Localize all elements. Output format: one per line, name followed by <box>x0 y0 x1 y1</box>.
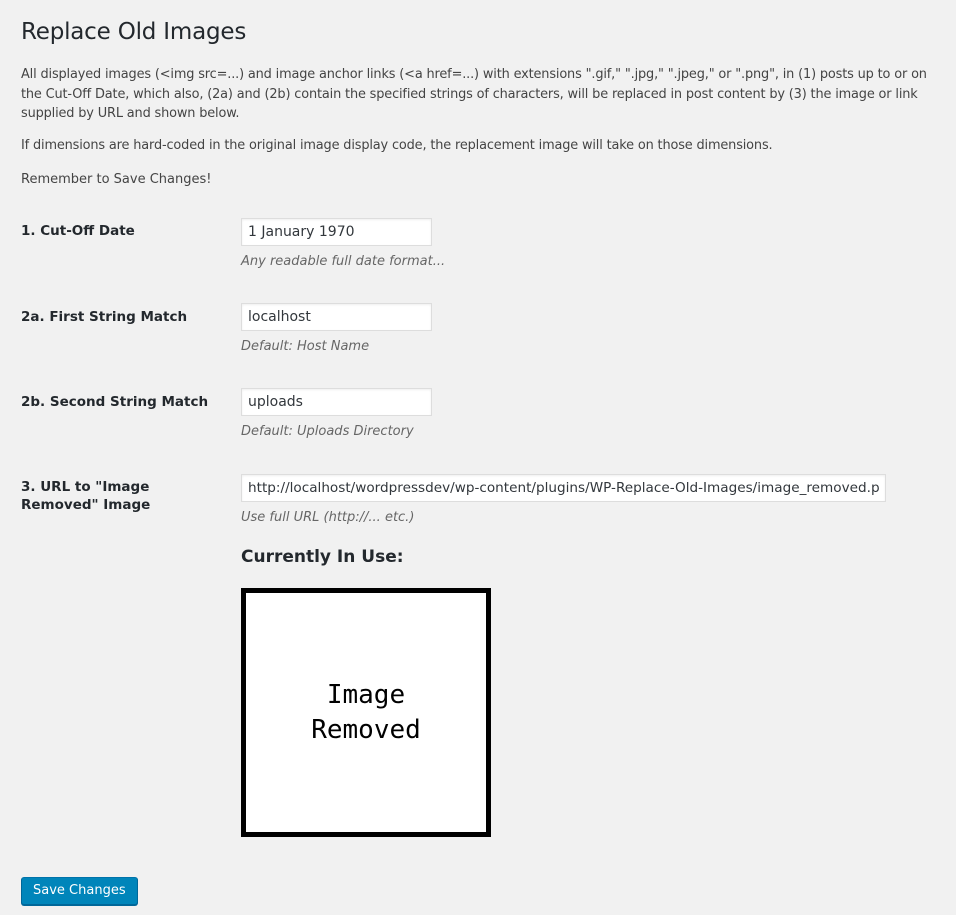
cutoff-date-label: 1. Cut-Off Date <box>21 223 135 239</box>
second-string-field-group: Default: Uploads Directory <box>241 388 432 439</box>
image-url-hint: Use full URL (http://... etc.) <box>241 510 415 525</box>
cutoff-date-input[interactable] <box>241 218 432 246</box>
preview-line-2: Removed <box>311 714 421 745</box>
dimensions-note: If dimensions are hard-coded in the orig… <box>21 138 773 153</box>
image-url-input[interactable] <box>241 474 886 502</box>
cutoff-date-hint: Any readable full date format... <box>241 254 446 269</box>
first-string-field-group: Default: Host Name <box>241 303 432 354</box>
first-string-hint: Default: Host Name <box>241 339 370 354</box>
second-string-input[interactable] <box>241 388 432 416</box>
preview-image-text: Image Removed <box>311 678 421 748</box>
currently-in-use-heading: Currently In Use: <box>241 547 404 567</box>
image-url-field-group: Use full URL (http://... etc.) <box>241 474 886 525</box>
first-string-label: 2a. First String Match <box>21 309 188 325</box>
image-url-label: 3. URL to "Image Removed" Image <box>21 479 151 513</box>
preview-line-1: Image <box>326 679 406 710</box>
page-description: All displayed images (<img src=...) and … <box>21 67 927 121</box>
second-string-label: 2b. Second String Match <box>21 394 209 410</box>
second-string-hint: Default: Uploads Directory <box>241 424 414 439</box>
save-reminder: Remember to Save Changes! <box>21 172 212 187</box>
first-string-input[interactable] <box>241 303 432 331</box>
page-title: Replace Old Images <box>21 19 247 45</box>
save-changes-button[interactable]: Save Changes <box>21 877 138 905</box>
cutoff-date-field-group: Any readable full date format... <box>241 218 445 269</box>
image-removed-preview: Image Removed <box>241 588 491 837</box>
